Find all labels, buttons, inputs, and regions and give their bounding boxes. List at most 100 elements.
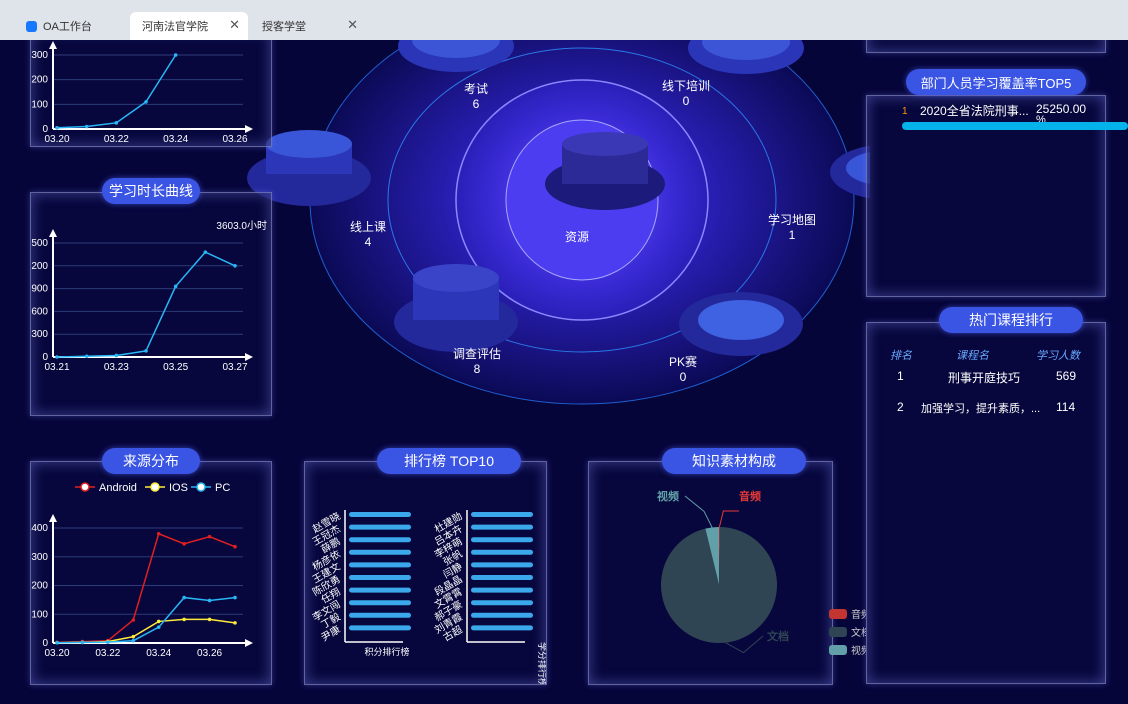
- bar: [349, 625, 411, 631]
- hub-item-value: 0: [679, 370, 687, 384]
- y-tick-label: 100: [31, 99, 48, 110]
- hub-item-online-course[interactable]: 线上课 4: [346, 218, 390, 249]
- x-tick-label: 03.23: [104, 362, 129, 373]
- data-point: [114, 121, 119, 125]
- x-tick-label: 03.25: [163, 362, 188, 373]
- tab-label: 授客学堂: [262, 21, 306, 33]
- knowledge-legend: 音频文档视频: [829, 608, 866, 657]
- hub-item-survey[interactable]: 调查评估 8: [449, 345, 505, 376]
- bar: [349, 575, 411, 580]
- data-point: [55, 125, 59, 130]
- browser-tab-bar: OA工作台 河南法官学院 ✕ 授客学堂 ✕: [0, 0, 1128, 40]
- hub-item-name: 调查评估: [452, 347, 501, 361]
- hot-row-1-count: 569: [1056, 369, 1077, 383]
- y-tick-label: 200: [31, 581, 48, 592]
- data-point: [131, 634, 136, 639]
- data-point: [156, 619, 161, 624]
- data-point: [131, 638, 136, 643]
- hot-row-2-course[interactable]: 加强学习，提升素质，...: [921, 400, 1040, 416]
- hot-row-2-rank: 2: [897, 400, 904, 414]
- y-tick-label: 300: [31, 329, 48, 340]
- legend-swatch-marker: [196, 482, 206, 492]
- y-tick-label: 300: [31, 50, 48, 61]
- hot-row-1-course[interactable]: 刑事开庭技巧: [948, 369, 1020, 386]
- pie-legend-swatch: [829, 627, 847, 637]
- bar: [349, 587, 411, 593]
- pie-label: 文档: [767, 629, 789, 643]
- data-point: [233, 544, 237, 549]
- bar: [349, 612, 411, 618]
- x-tick-label: 03.22: [104, 134, 129, 145]
- data-point: [233, 621, 237, 625]
- pie-legend-label: 文档: [851, 626, 866, 639]
- x-tick-label: 03.24: [163, 134, 188, 145]
- tab-oa[interactable]: OA工作台: [14, 12, 124, 40]
- close-icon[interactable]: ✕: [347, 17, 358, 33]
- data-point: [173, 53, 178, 57]
- y-tick-label: 400: [31, 523, 48, 534]
- bar: [349, 524, 411, 530]
- satellite-bottom-right: [679, 292, 803, 356]
- coverage-dept-name: 2020全省法院刑事...: [920, 104, 1029, 118]
- pie-label: 视频: [657, 489, 679, 503]
- ranking-title: 排行榜 TOP10: [377, 448, 521, 474]
- y-tick-label: 300: [31, 552, 48, 563]
- chart-knowledge: 音频文档 视频: [657, 489, 789, 654]
- oa-app-icon: [26, 20, 37, 32]
- y-tick-label: 200: [31, 75, 48, 86]
- data-point: [207, 534, 212, 539]
- data-point: [144, 349, 148, 353]
- tab-shouke[interactable]: 授客学堂 ✕: [250, 12, 366, 40]
- pie-legend-label: 音频: [851, 608, 866, 621]
- hub-item-value: 0: [682, 94, 690, 108]
- pie-legend-swatch: [829, 645, 847, 655]
- knowledge-title: 知识素材构成: [662, 448, 806, 474]
- x-tick-label: 03.20: [44, 648, 69, 659]
- data-point: [156, 531, 161, 536]
- y-axis-arrow: [49, 514, 57, 522]
- y-axis-arrow: [49, 41, 57, 49]
- bar: [471, 549, 533, 555]
- x-tick-label: 03.27: [222, 362, 247, 373]
- data-point: [84, 354, 89, 359]
- hub-item-learning-map[interactable]: 学习地图 1: [764, 211, 820, 242]
- hub-item-offline-training[interactable]: 线下培训 0: [656, 77, 716, 108]
- hub-item-name: 线上课: [349, 220, 386, 234]
- panel-top-left-chart: 0 100 200 300 03.20 03.22 03.24 03.26: [30, 40, 272, 147]
- y-tick-label: 500: [31, 238, 48, 249]
- legend-label: Android: [99, 482, 137, 494]
- data-point: [114, 353, 119, 358]
- hot-header-rank: 排名: [890, 350, 912, 362]
- bar: [471, 537, 533, 543]
- data-point: [182, 595, 186, 600]
- legend-label: IOS: [169, 482, 188, 494]
- hot-courses-title: 热门课程排行: [939, 307, 1083, 333]
- data-point: [55, 355, 59, 359]
- hub-item-pk[interactable]: PK赛 0: [663, 353, 703, 384]
- series-line: [56, 532, 236, 644]
- bar: [349, 600, 411, 606]
- data-point: [80, 640, 85, 645]
- series-line: [56, 618, 236, 644]
- x-tick-label: 03.21: [44, 362, 69, 373]
- data-point: [207, 617, 212, 622]
- close-icon[interactable]: ✕: [229, 17, 240, 33]
- bar: [471, 575, 533, 580]
- hub-item-exam[interactable]: 考试 6: [456, 80, 496, 111]
- bar: [471, 524, 533, 530]
- bar: [349, 562, 411, 568]
- bar: [349, 549, 411, 555]
- panel-knowledge: 音频 文档 视频: [588, 461, 833, 685]
- tab-henan-judges-college[interactable]: 河南法官学院 ✕: [130, 12, 248, 40]
- data-point: [233, 595, 237, 600]
- series-line: [56, 54, 177, 129]
- y-tick-label: 200: [31, 261, 48, 272]
- bar: [471, 600, 533, 606]
- legend-label: PC: [215, 482, 230, 494]
- y-tick-label: 900: [31, 284, 48, 295]
- hot-header-course: 课程名: [956, 350, 989, 362]
- data-point: [84, 124, 89, 129]
- hub-item-value: 6: [472, 97, 480, 111]
- source-title: 来源分布: [102, 448, 200, 474]
- study-curve-title: 学习时长曲线: [102, 178, 200, 204]
